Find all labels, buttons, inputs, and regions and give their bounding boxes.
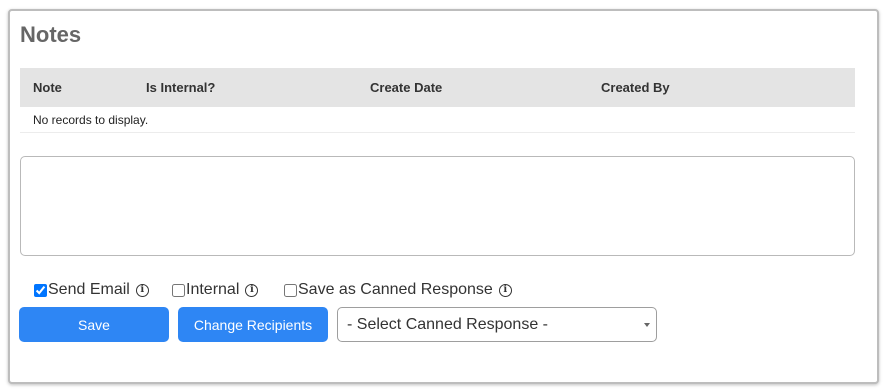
internal-checkbox[interactable] xyxy=(172,283,185,297)
column-header-is-internal[interactable]: Is Internal? xyxy=(146,80,215,95)
dropdown-arrow-icon xyxy=(644,323,650,327)
grid-header: Note Is Internal? Create Date Created By xyxy=(20,68,855,107)
save-button[interactable]: Save xyxy=(19,307,169,342)
note-textarea[interactable] xyxy=(20,156,855,256)
change-recipients-button[interactable]: Change Recipients xyxy=(178,307,328,342)
info-icon[interactable]: i xyxy=(135,283,149,297)
notes-grid: Note Is Internal? Create Date Created By… xyxy=(20,68,855,133)
canned-response-option[interactable]: Save as Canned Response i xyxy=(284,281,512,299)
save-canned-label: Save as Canned Response xyxy=(298,281,493,298)
internal-label: Internal xyxy=(186,281,240,298)
canned-response-select[interactable]: - Select Canned Response - xyxy=(337,307,657,342)
send-email-label: Send Email xyxy=(48,281,130,298)
column-header-create-date[interactable]: Create Date xyxy=(370,80,442,95)
canned-response-selected: - Select Canned Response - xyxy=(347,316,548,333)
notes-panel: Notes Note Is Internal? Create Date Crea… xyxy=(8,9,879,384)
panel-title: Notes xyxy=(20,22,82,47)
send-email-option[interactable]: Send Email i xyxy=(34,281,149,299)
no-records-message: No records to display. xyxy=(33,113,149,127)
info-icon[interactable]: i xyxy=(498,283,512,297)
column-header-note[interactable]: Note xyxy=(33,80,62,95)
info-icon[interactable]: i xyxy=(245,283,259,297)
grid-empty-row: No records to display. xyxy=(20,107,855,133)
column-header-created-by[interactable]: Created By xyxy=(601,80,670,95)
save-canned-checkbox[interactable] xyxy=(284,283,297,297)
internal-option[interactable]: Internal i xyxy=(172,281,259,299)
send-email-checkbox[interactable] xyxy=(34,283,47,297)
